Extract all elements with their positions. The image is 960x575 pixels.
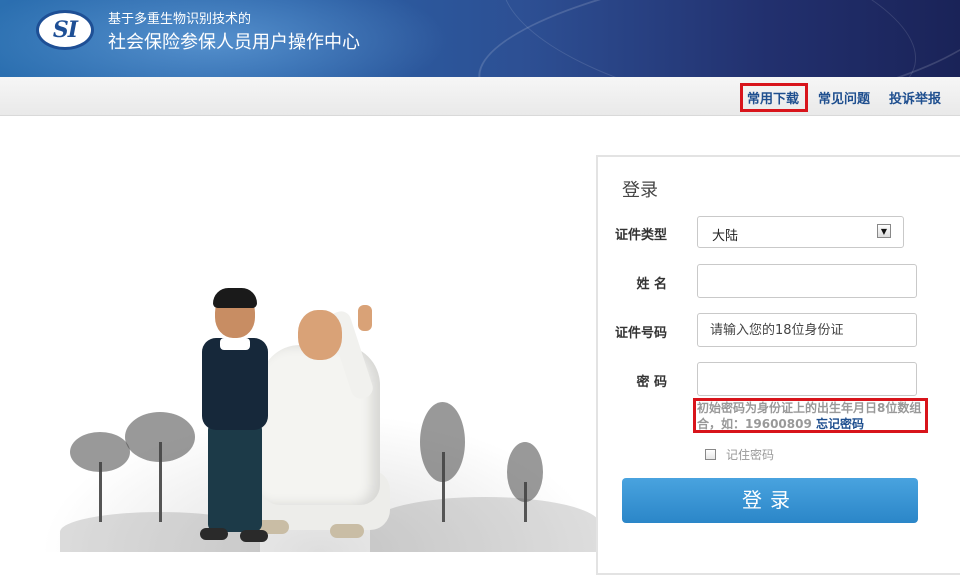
ink-tree [415, 402, 470, 522]
header-title: 社会保险参保人员用户操作中心 [108, 32, 360, 53]
si-logo: SI [36, 10, 94, 50]
nav-link-faq[interactable]: 常见问题 [818, 88, 870, 107]
nav-link-complaints[interactable]: 投诉举报 [889, 88, 941, 107]
login-heading: 登录 [622, 180, 658, 201]
id-number-input[interactable] [697, 313, 917, 347]
name-label: 姓 名 [636, 277, 667, 292]
man-figure-hand [358, 305, 372, 331]
highlight-box [693, 398, 928, 433]
header-subtitle: 基于多重生物识别技术的 [108, 12, 252, 27]
man-shoe [330, 524, 364, 538]
remember-checkbox[interactable] [705, 449, 716, 460]
highlight-box [740, 83, 808, 112]
login-button[interactable]: 登录 [622, 478, 918, 523]
ink-tree [70, 432, 130, 522]
top-nav-bar: 常用下载 常见问题 投诉举报 [0, 77, 960, 116]
man-figure-head [298, 310, 342, 360]
boy-hair [213, 288, 257, 308]
ink-tree [505, 442, 545, 522]
boy-collar [220, 338, 250, 350]
boy-figure [202, 338, 268, 430]
name-input[interactable] [697, 264, 917, 298]
id-type-label: 证件类型 [614, 228, 667, 243]
boy-shoe [200, 528, 228, 540]
ink-hill [370, 497, 600, 552]
remember-label: 记住密码 [726, 448, 775, 462]
remember-password[interactable]: 记住密码 [705, 446, 774, 463]
header-banner: SI 基于多重生物识别技术的 社会保险参保人员用户操作中心 [0, 0, 960, 77]
hero-illustration [40, 250, 600, 552]
id-type-value: 大陆 [712, 229, 739, 244]
password-input[interactable] [697, 362, 917, 396]
password-label: 密 码 [636, 375, 667, 390]
chevron-down-icon[interactable]: ▼ [877, 224, 891, 238]
ink-tree [125, 412, 195, 522]
boy-figure-legs [208, 422, 262, 532]
boy-shoe [240, 530, 268, 542]
id-type-select[interactable]: 大陆 ▼ [697, 216, 904, 248]
id-number-label: 证件号码 [614, 326, 667, 341]
